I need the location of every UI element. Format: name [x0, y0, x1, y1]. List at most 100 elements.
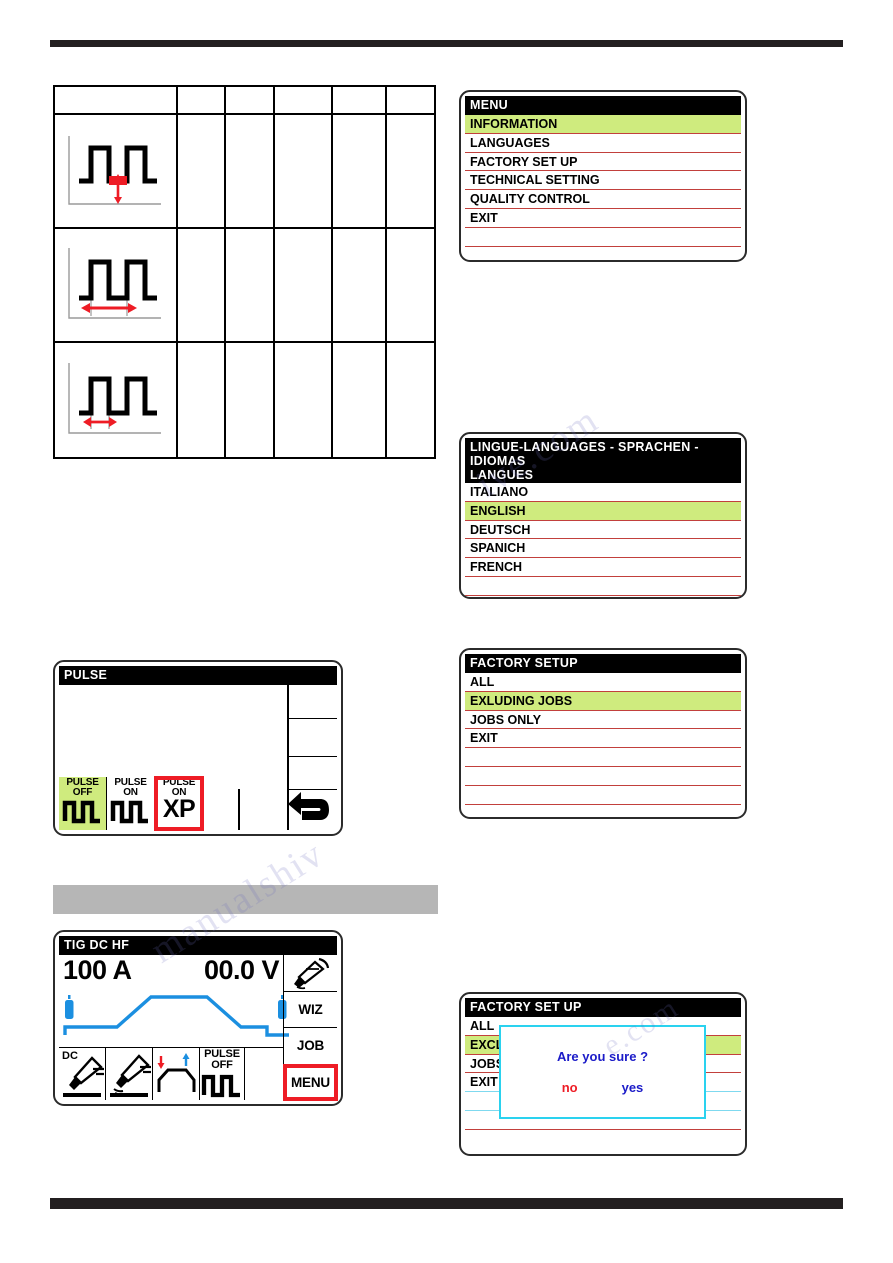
language-item-spanich[interactable]: SPANICH [465, 539, 741, 559]
menu-item-exit[interactable]: EXIT [465, 209, 741, 228]
factory-setup-confirm-title: FACTORY SET UP [465, 998, 741, 1017]
dc-label: DC [62, 1050, 78, 1062]
factory-item-jobs-only[interactable]: JOBS ONLY [465, 711, 741, 730]
table-cell [275, 229, 333, 341]
table-cell [275, 115, 333, 227]
language-item-empty [465, 596, 741, 597]
table-cell [178, 229, 226, 341]
pulse-screen: PULSE PULSE OFF PULSE ON PULSE ON XP [53, 660, 343, 836]
pulse-on-xp-button[interactable]: PULSE ON XP [154, 776, 204, 831]
factory-item-empty [465, 748, 741, 767]
table-cell [333, 115, 387, 227]
confirmation-dialog: Are you sure ? no yes [499, 1025, 706, 1119]
tig-screen-title: TIG DC HF [59, 936, 337, 955]
languages-screen: LINGUE-LANGUAGES - SPRACHEN - IDIOMAS LA… [459, 432, 747, 599]
dialog-yes-button[interactable]: yes [622, 1080, 644, 1095]
table-cell [226, 343, 275, 457]
page-footer-rule [50, 1198, 843, 1209]
table-row [55, 229, 434, 343]
torch-icon [293, 957, 329, 989]
language-item-french[interactable]: FRENCH [465, 558, 741, 577]
pulse-off-button[interactable]: PULSE OFF [59, 777, 107, 830]
pulse-cell-divider [238, 789, 240, 830]
factory-item-empty [465, 767, 741, 786]
table-cell [226, 115, 275, 227]
tig-pulse-button[interactable]: PULSE OFF [200, 1048, 245, 1100]
languages-title-line2: LANGUES [470, 468, 534, 482]
pulse-screen-title: PULSE [59, 666, 337, 685]
menu-screen: MENU INFORMATION LANGUAGES FACTORY SET U… [459, 90, 747, 262]
pulse-period-icon [55, 229, 178, 341]
tig-job-button[interactable]: JOB [284, 1028, 337, 1065]
dialog-no-button[interactable]: no [562, 1080, 578, 1095]
table-header-cell [178, 87, 226, 113]
languages-title-line1: LINGUE-LANGUAGES - SPRACHEN - IDIOMAS [470, 440, 699, 468]
table-cell [226, 229, 275, 341]
table-cell [333, 343, 387, 457]
pulse-mode-button-row: PULSE OFF PULSE ON PULSE ON XP [59, 776, 204, 831]
pulse-square-wave-icon [62, 800, 100, 824]
pulse-right-divider [287, 756, 337, 758]
languages-screen-title: LINGUE-LANGUAGES - SPRACHEN - IDIOMAS LA… [465, 438, 741, 483]
tig-main-screen: TIG DC HF 100 A 00.0 V DC PULSE OFF WIZ … [53, 930, 343, 1106]
table-cell [178, 115, 226, 227]
language-item-italiano[interactable]: ITALIANO [465, 483, 741, 502]
pulse-width-icon [55, 343, 178, 457]
pulse-on-button[interactable]: PULSE ON [107, 777, 155, 830]
language-item-deutsch[interactable]: DEUTSCH [465, 521, 741, 540]
slope-up-down-icon [157, 1053, 196, 1092]
table-header-cell [55, 87, 178, 113]
tig-empty-cell [245, 1048, 283, 1100]
pulse-right-divider [287, 718, 337, 720]
menu-item-quality-control[interactable]: QUALITY CONTROL [465, 190, 741, 209]
tig-menu-button[interactable]: MENU [283, 1063, 338, 1101]
tig-slope-button[interactable] [153, 1048, 200, 1100]
gas-bottle-icon-left [65, 995, 74, 1019]
page-header-rule [50, 40, 843, 47]
factory-item-exit[interactable]: EXIT [465, 729, 741, 749]
menu-screen-title: MENU [465, 96, 741, 115]
language-item-english[interactable]: ENGLISH [465, 501, 741, 521]
tig-wizard-button[interactable]: WIZ [284, 992, 337, 1028]
table-header-cell [387, 87, 434, 113]
dialog-message: Are you sure ? [556, 1049, 649, 1064]
table-cell [178, 343, 226, 457]
table-header-cell [333, 87, 387, 113]
menu-item-technical-setting[interactable]: TECHNICAL SETTING [465, 171, 741, 191]
section-divider-bar [53, 885, 438, 914]
tig-side-button-column: WIZ JOB MENU [283, 955, 338, 1101]
table-cell [387, 229, 434, 341]
table-row [55, 343, 434, 457]
factory-item-empty [465, 805, 741, 817]
menu-item-information[interactable]: INFORMATION [465, 115, 741, 134]
menu-item-factory-set-up[interactable]: FACTORY SET UP [465, 153, 741, 172]
back-arrow-icon[interactable] [284, 786, 332, 826]
tig-polarity-dc-button[interactable]: DC [59, 1048, 106, 1100]
table-cell [387, 115, 434, 227]
table-cell [387, 343, 434, 457]
torch-hf-start-icon [110, 1054, 151, 1097]
table-header-cell [275, 87, 333, 113]
pulse-base-current-icon [55, 115, 178, 227]
table-header-cell [226, 87, 275, 113]
pulse-on-label-line2: ON [123, 786, 138, 798]
tig-pulse-label-line1: PULSE [204, 1048, 240, 1060]
menu-item-empty [465, 247, 741, 260]
menu-item-languages[interactable]: LANGUAGES [465, 134, 741, 153]
factory-item-all[interactable]: ALL [465, 673, 741, 692]
tig-pulse-label-line2: OFF [211, 1058, 233, 1071]
table-header-row [55, 87, 434, 115]
pulse-square-wave-icon [110, 800, 148, 824]
factory-setup-confirm-screen: FACTORY SET UP ALL EXCLUDING JOBS JOBS O… [459, 992, 747, 1156]
tig-start-mode-button[interactable] [106, 1048, 153, 1100]
pulse-parameter-table [53, 85, 436, 459]
table-row [55, 115, 434, 229]
weld-cycle-waveform [63, 995, 289, 1037]
factory-item-excluding-jobs[interactable]: EXLUDING JOBS [465, 691, 741, 711]
table-cell [333, 229, 387, 341]
tig-torch-settings-button[interactable] [284, 955, 337, 992]
factory-setup-screen: FACTORY SETUP ALL EXLUDING JOBS JOBS ONL… [459, 648, 747, 819]
pulse-square-wave-icon [201, 1074, 240, 1098]
pulse-off-label-line2: OFF [72, 786, 93, 798]
pulse-xp-text: XP [162, 795, 196, 823]
